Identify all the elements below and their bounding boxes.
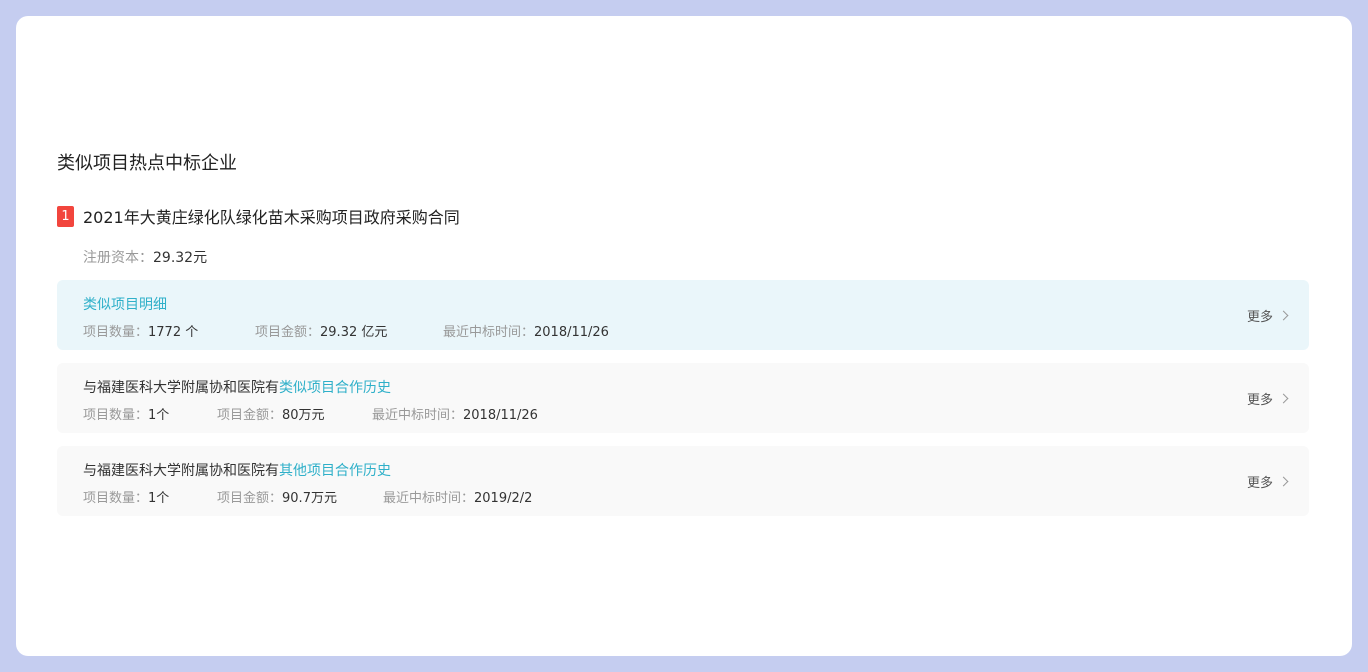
more-label: 更多: [1246, 393, 1273, 408]
section-title: 类似项目热点中标企业: [57, 153, 237, 174]
chevron-right-icon: [1278, 310, 1289, 321]
other-cooperation-box[interactable]: 与福建医科大学附属协和医院有其他项目合作历史 项目数量：1个 项目金额：90.7万…: [57, 446, 1309, 516]
more-label: 更多: [1246, 310, 1273, 325]
box-title: 与福建医科大学附属协和医院有类似项目合作历史: [83, 377, 391, 397]
amount-label: 项目金额：: [255, 325, 321, 340]
count-value: 1个: [148, 408, 170, 423]
box-title: 与福建医科大学附属协和医院有其他项目合作历史: [83, 460, 391, 480]
amount-value: 90.7万元: [282, 491, 337, 506]
more-label: 更多: [1246, 476, 1273, 491]
company-row: 1 2021年大黄庄绿化队绿化苗木采购项目政府采购合同: [57, 204, 460, 228]
box-stats: 项目数量：1772 个项目金额：29.32 亿元 最近中标时间：2018/11/2…: [83, 321, 609, 340]
amount-label: 项目金额：: [217, 491, 283, 506]
project-count: 项目数量：1个: [83, 487, 217, 506]
capital-value: 29.32元: [153, 250, 208, 266]
time-value: 2018/11/26: [534, 325, 609, 340]
box-title-prefix: 与福建医科大学附属协和医院有: [83, 380, 279, 396]
count-label: 项目数量：: [83, 408, 149, 423]
project-amount: 项目金额：80万元: [217, 404, 372, 423]
project-count: 项目数量：1个: [83, 404, 217, 423]
similar-cooperation-box[interactable]: 与福建医科大学附属协和医院有类似项目合作历史 项目数量：1个 项目金额：80万元最…: [57, 363, 1309, 433]
latest-win-time: 最近中标时间：2018/11/26: [443, 321, 609, 340]
capital-label: 注册资本：: [83, 250, 153, 266]
chevron-right-icon: [1278, 476, 1289, 487]
project-amount: 项目金额：90.7万元: [217, 487, 383, 506]
time-label: 最近中标时间：: [383, 491, 475, 506]
other-cooperation-link[interactable]: 其他项目合作历史: [279, 463, 391, 479]
similar-projects-box[interactable]: 类似项目明细 项目数量：1772 个项目金额：29.32 亿元 最近中标时间：20…: [57, 280, 1309, 350]
latest-win-time: 最近中标时间：2019/2/2: [383, 487, 532, 506]
amount-value: 80万元: [282, 408, 325, 423]
box-title-prefix: 与福建医科大学附属协和医院有: [83, 463, 279, 479]
count-label: 项目数量：: [83, 325, 149, 340]
rank-badge: 1: [57, 205, 74, 227]
company-name[interactable]: 2021年大黄庄绿化队绿化苗木采购项目政府采购合同: [83, 204, 460, 228]
latest-win-time: 最近中标时间：2018/11/26: [372, 404, 538, 423]
project-count: 项目数量：1772 个: [83, 321, 255, 340]
main-card: 类似项目热点中标企业 1 2021年大黄庄绿化队绿化苗木采购项目政府采购合同 注…: [16, 16, 1352, 656]
time-label: 最近中标时间：: [372, 408, 464, 423]
count-value: 1772 个: [148, 325, 199, 340]
amount-label: 项目金额：: [217, 408, 283, 423]
count-value: 1个: [148, 491, 170, 506]
box-stats: 项目数量：1个 项目金额：80万元 最近中标时间：2018/11/26: [83, 404, 538, 423]
chevron-right-icon: [1278, 393, 1289, 404]
project-amount: 项目金额：29.32 亿元: [255, 321, 443, 340]
more-button[interactable]: 更多: [1246, 389, 1289, 408]
box-title: 类似项目明细: [83, 294, 167, 314]
time-value: 2019/2/2: [474, 491, 533, 506]
time-value: 2018/11/26: [463, 408, 538, 423]
similar-projects-link[interactable]: 类似项目明细: [83, 297, 167, 313]
more-button[interactable]: 更多: [1246, 472, 1289, 491]
amount-value: 29.32 亿元: [320, 325, 388, 340]
time-label: 最近中标时间：: [443, 325, 535, 340]
more-button[interactable]: 更多: [1246, 306, 1289, 325]
box-stats: 项目数量：1个 项目金额：90.7万元 最近中标时间：2019/2/2: [83, 487, 532, 506]
registered-capital: 注册资本：29.32元: [83, 247, 207, 267]
similar-cooperation-link[interactable]: 类似项目合作历史: [279, 380, 391, 396]
count-label: 项目数量：: [83, 491, 149, 506]
